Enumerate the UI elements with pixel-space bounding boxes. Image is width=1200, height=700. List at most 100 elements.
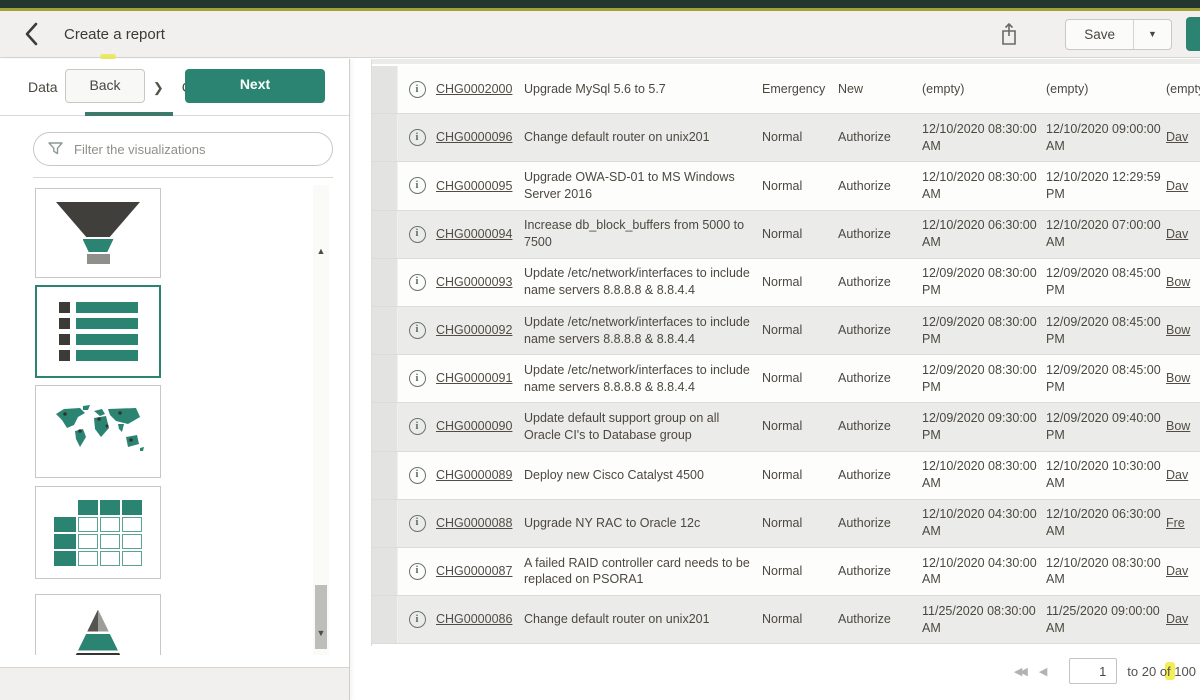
page-number-input[interactable] (1069, 658, 1117, 684)
assigned-to-cell[interactable]: Fre (1166, 515, 1200, 532)
table-row: CHG0000087 A failed RAID controller card… (372, 548, 1200, 596)
record-number-link[interactable]: CHG0000093 (436, 275, 512, 289)
assigned-to-cell[interactable]: Dav (1166, 178, 1200, 195)
row-gutter (372, 596, 398, 643)
save-button[interactable]: Save (1066, 20, 1133, 49)
priority-cell: Emergency (762, 81, 838, 98)
viz-card-funnel[interactable] (35, 188, 161, 278)
end-date-cell: 12/10/2020 08:30:00 AM (1046, 555, 1166, 589)
state-cell: Authorize (838, 563, 922, 580)
assigned-to-cell[interactable]: Dav (1166, 611, 1200, 628)
state-cell: Authorize (838, 515, 922, 532)
start-date-cell: 12/09/2020 08:30:00 PM (922, 314, 1046, 348)
run-button-partial[interactable] (1186, 17, 1200, 51)
record-number-link[interactable]: CHG0000087 (436, 564, 512, 578)
info-icon[interactable] (409, 322, 426, 339)
state-cell: Authorize (838, 129, 922, 146)
start-date-cell: 12/10/2020 08:30:00 AM (922, 121, 1046, 155)
assigned-to-cell[interactable]: Bow (1166, 370, 1200, 387)
first-page-icon[interactable] (1014, 665, 1025, 678)
record-number-link[interactable]: CHG0000086 (436, 612, 512, 626)
assigned-to-cell[interactable]: Dav (1166, 563, 1200, 580)
share-icon[interactable] (997, 21, 1021, 47)
end-date-cell: 12/10/2020 07:00:00 AM (1046, 217, 1166, 251)
state-cell: Authorize (838, 467, 922, 484)
short-description-cell: Upgrade NY RAC to Oracle 12c (524, 515, 762, 532)
step-data[interactable]: Data (28, 79, 58, 95)
assigned-to-cell[interactable]: Bow (1166, 418, 1200, 435)
viz-card-pyramid[interactable] (35, 594, 161, 655)
save-split-button: Save (1065, 19, 1172, 50)
record-number-link[interactable]: CHG0000090 (436, 419, 512, 433)
table-row: CHG0000096 Change default router on unix… (372, 114, 1200, 162)
info-icon[interactable] (409, 563, 426, 580)
clipped-row-sliver (372, 59, 1200, 66)
back-arrow-button[interactable] (18, 21, 44, 47)
state-cell: Authorize (838, 274, 922, 291)
info-icon[interactable] (409, 515, 426, 532)
info-icon[interactable] (409, 81, 426, 98)
priority-cell: Normal (762, 322, 838, 339)
priority-cell: Normal (762, 418, 838, 435)
info-icon[interactable] (409, 129, 426, 146)
viz-list-scrollbar[interactable] (313, 185, 329, 655)
viz-card-map[interactable] (35, 385, 161, 478)
assigned-to-cell[interactable]: Dav (1166, 226, 1200, 243)
short-description-cell: Update /etc/network/interfaces to includ… (524, 265, 762, 299)
page-title: Create a report (64, 26, 165, 43)
end-date-cell: 11/25/2020 09:00:00 AM (1046, 603, 1166, 637)
next-button[interactable]: Next (185, 69, 325, 103)
priority-cell: Normal (762, 467, 838, 484)
short-description-cell: A failed RAID controller card needs to b… (524, 555, 762, 589)
filter-funnel-icon (47, 140, 64, 162)
save-menu-caret-icon[interactable] (1133, 20, 1171, 49)
record-number-link[interactable]: CHG0000096 (436, 130, 512, 144)
record-number-link[interactable]: CHG0002000 (436, 82, 512, 96)
end-date-cell: 12/10/2020 06:30:00 AM (1046, 506, 1166, 540)
row-gutter (372, 114, 398, 161)
record-number-link[interactable]: CHG0000089 (436, 468, 512, 482)
info-icon[interactable] (409, 226, 426, 243)
end-date-cell: (empty) (1046, 81, 1166, 98)
scroll-up-icon[interactable] (313, 243, 329, 259)
short-description-cell: Deploy new Cisco Catalyst 4500 (524, 467, 762, 484)
record-number-link[interactable]: CHG0000091 (436, 371, 512, 385)
record-number-link[interactable]: CHG0000092 (436, 323, 512, 337)
start-date-cell: 12/10/2020 08:30:00 AM (922, 169, 1046, 203)
end-date-cell: 12/10/2020 09:00:00 AM (1046, 121, 1166, 155)
back-button[interactable]: Back (65, 69, 145, 103)
previous-page-icon[interactable] (1039, 665, 1047, 678)
priority-cell: Normal (762, 563, 838, 580)
assigned-to-cell[interactable]: Bow (1166, 274, 1200, 291)
short-description-cell: Update default support group on all Orac… (524, 410, 762, 444)
record-number-link[interactable]: CHG0000095 (436, 179, 512, 193)
record-number-link[interactable]: CHG0000088 (436, 516, 512, 530)
active-step-underline (85, 112, 173, 116)
table-row: CHG0000091 Update /etc/network/interface… (372, 355, 1200, 403)
start-date-cell: 12/10/2020 06:30:00 AM (922, 217, 1046, 251)
record-number-link[interactable]: CHG0000094 (436, 227, 512, 241)
table-row: CHG0002000 Upgrade MySql 5.6 to 5.7 Emer… (372, 66, 1200, 114)
short-description-cell: Change default router on unix201 (524, 611, 762, 628)
assigned-to-cell[interactable]: Dav (1166, 467, 1200, 484)
info-icon[interactable] (409, 274, 426, 291)
end-date-cell: 12/10/2020 12:29:59 PM (1046, 169, 1166, 203)
visualization-filter-input[interactable] (33, 132, 333, 166)
viz-card-heatmap[interactable] (35, 486, 161, 579)
assigned-to-cell[interactable]: Bow (1166, 322, 1200, 339)
info-icon[interactable] (409, 611, 426, 628)
start-date-cell: 12/09/2020 08:30:00 PM (922, 265, 1046, 299)
viz-card-list[interactable] (35, 285, 161, 378)
info-icon[interactable] (409, 370, 426, 387)
table-row: CHG0000086 Change default router on unix… (372, 596, 1200, 644)
scroll-down-icon[interactable] (313, 625, 329, 641)
info-icon[interactable] (409, 467, 426, 484)
assigned-to-cell[interactable]: Dav (1166, 129, 1200, 146)
info-icon[interactable] (409, 177, 426, 194)
visualization-type-list (0, 185, 349, 655)
report-designer-sidebar: Data Type Configure Style (0, 59, 350, 700)
info-icon[interactable] (409, 418, 426, 435)
assigned-to-cell[interactable]: (empty) (1166, 81, 1200, 98)
row-gutter (372, 355, 398, 402)
start-date-cell: 12/10/2020 08:30:00 AM (922, 458, 1046, 492)
